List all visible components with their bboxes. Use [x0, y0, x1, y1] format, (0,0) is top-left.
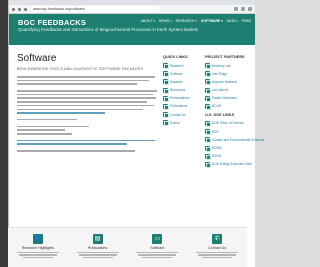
partner-link[interactable]: Los Alamos	[205, 87, 247, 94]
forward-icon[interactable]	[18, 7, 21, 11]
address-bar-row: www.bgc-feedbacks.org/software/	[9, 5, 255, 14]
nav-software[interactable]: SOFTWARE▾	[201, 19, 223, 23]
nav-pubs[interactable]: PUBS	[242, 19, 251, 23]
quick-link-events[interactable]: Events	[163, 120, 207, 127]
square-icon	[163, 112, 169, 119]
bookmark-icon[interactable]	[234, 7, 238, 11]
footer: 👤 Research Highlights ▤ Publications ▭ S…	[8, 227, 247, 267]
quick-link-resources[interactable]: Resources	[163, 87, 207, 94]
monitor-icon: ▭	[152, 234, 163, 244]
nav-research[interactable]: RESEARCH▾	[176, 19, 197, 23]
quick-link-contact[interactable]: Contact Us	[163, 112, 207, 119]
main-nav: ABOUT▾ NEWS▾ RESEARCH▾ SOFTWARE▾ DATA▾ P…	[141, 19, 251, 23]
doe-link[interactable]: Climate and Environmental Sciences	[205, 137, 264, 144]
square-icon	[163, 71, 169, 78]
footer-contact[interactable]: ✆ Contact Us	[192, 234, 242, 267]
doe-link[interactable]: DOE Energy Exascale Earth	[205, 161, 252, 168]
doe-link[interactable]: BER	[205, 129, 247, 136]
square-icon	[205, 87, 211, 94]
footer-title: Software	[150, 246, 165, 250]
nav-about[interactable]: ABOUT▾	[141, 19, 155, 23]
phone-icon: ✆	[212, 234, 223, 244]
square-icon	[205, 120, 211, 127]
square-icon	[205, 129, 211, 136]
footer-publications[interactable]: ▤ Publications	[73, 234, 123, 267]
square-icon	[205, 137, 211, 144]
footer-title: Research Highlights	[21, 246, 54, 250]
quick-link-publications[interactable]: Publications	[163, 103, 207, 110]
site-subtitle: Quantifying Feedbacks and Interactions o…	[18, 27, 198, 32]
square-icon	[205, 161, 211, 168]
partner-link[interactable]: NCAR	[205, 103, 247, 110]
project-partners-heading: PROJECT PARTNERS	[205, 55, 245, 59]
body-link[interactable]	[17, 139, 155, 142]
desktop-edge	[0, 0, 8, 267]
quick-link-presentations[interactable]: Presentations	[163, 95, 207, 102]
footer-title: Publications	[87, 246, 108, 250]
page-title: Software	[17, 53, 57, 64]
quick-link-datasets[interactable]: Datasets	[163, 79, 207, 86]
document-icon: ▤	[92, 234, 103, 244]
square-icon	[205, 63, 211, 69]
doe-link[interactable]: RGMA	[205, 145, 247, 152]
nav-news[interactable]: NEWS▾	[159, 19, 172, 23]
menu-icon[interactable]	[248, 7, 252, 11]
partner-link[interactable]: Pacific Northwest	[205, 95, 247, 102]
partner-link[interactable]: Oak Ridge	[205, 71, 247, 78]
main-content: Software BENCHMARKING TOOLS AND DIAGNOST…	[8, 45, 264, 223]
doe-link[interactable]: DOE Office of Science	[205, 120, 247, 127]
reload-icon[interactable]	[24, 7, 27, 11]
site-title[interactable]: BGC FEEDBACKS	[18, 18, 86, 27]
partner-link[interactable]: Argonne National	[205, 79, 247, 86]
back-icon[interactable]	[12, 7, 15, 11]
square-icon	[205, 153, 211, 160]
page-subtitle: BENCHMARKING TOOLS AND DIAGNOSTIC SOFTWA…	[17, 67, 144, 71]
project-partners: PROJECT PARTNERS Berkeley Lab Oak Ridge …	[205, 55, 264, 170]
square-icon	[163, 103, 169, 110]
square-icon	[205, 71, 211, 78]
url-input[interactable]: www.bgc-feedbacks.org/software/	[30, 6, 160, 12]
doe-links-heading: U.S. DOE LINKS	[205, 112, 235, 117]
site-header: BGC FEEDBACKS Quantifying Feedbacks and …	[9, 14, 255, 45]
quick-link-software[interactable]: Software	[163, 71, 207, 78]
square-icon	[163, 87, 169, 94]
quick-links: QUICK LINKS Research Software Datasets R…	[163, 55, 207, 129]
doe-link[interactable]: ESMD	[205, 153, 247, 160]
body-text	[17, 76, 157, 154]
body-link[interactable]	[17, 143, 127, 145]
square-icon	[205, 95, 211, 102]
footer-title: Contact Us	[208, 246, 227, 250]
nav-data[interactable]: DATA▾	[227, 19, 238, 23]
partner-link[interactable]: Berkeley Lab	[205, 63, 247, 69]
square-icon	[205, 79, 211, 86]
quick-links-heading: QUICK LINKS	[163, 55, 188, 59]
body-link[interactable]	[17, 112, 105, 114]
quick-link-research[interactable]: Research	[163, 63, 207, 69]
square-icon	[163, 95, 169, 102]
footer-research-highlights[interactable]: 👤 Research Highlights	[13, 234, 63, 267]
square-icon	[163, 120, 169, 127]
square-icon	[205, 145, 211, 152]
footer-software[interactable]: ▭ Software	[132, 234, 182, 267]
square-icon	[205, 103, 211, 110]
square-icon	[163, 79, 169, 86]
person-icon: 👤	[32, 234, 43, 244]
extension-icon[interactable]	[241, 7, 245, 11]
square-icon	[163, 63, 169, 69]
